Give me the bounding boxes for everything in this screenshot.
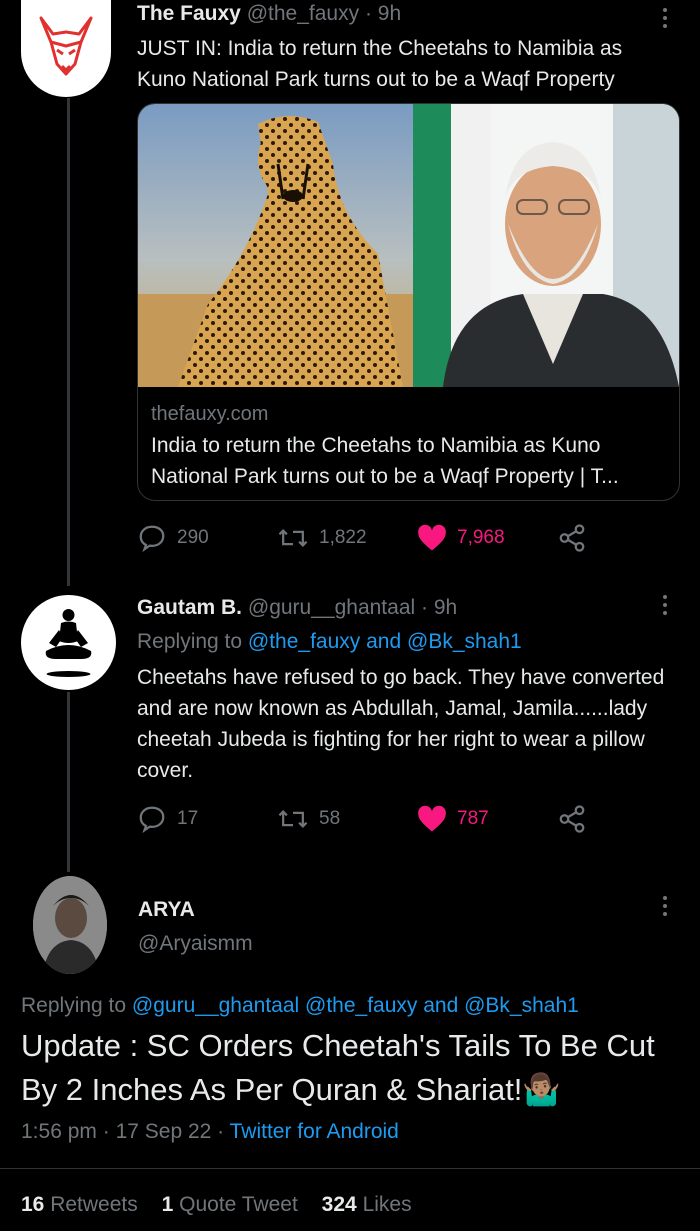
replying-to-label: Replying to: [21, 994, 132, 1017]
reply-count: 17: [177, 808, 199, 829]
handle[interactable]: @guru__ghantaal: [248, 596, 415, 619]
tweet-actions: 17 58 787: [137, 804, 587, 834]
portrait-image: [413, 104, 679, 387]
reply-button[interactable]: 290: [137, 523, 277, 553]
replying-to: Replying to @guru__ghantaal @the_fauxy a…: [21, 994, 579, 1018]
profile-photo: [33, 876, 107, 974]
handle[interactable]: @the_fauxy: [247, 2, 359, 25]
likes-count: 324: [321, 1193, 357, 1216]
heart-icon: [418, 524, 446, 551]
cheetah-image: [138, 104, 413, 387]
tweet-header: The Fauxy @the_fauxy · 9h: [137, 2, 401, 26]
like-count: 7,968: [457, 527, 505, 548]
engagement-stats: 16 Retweets 1 Quote Tweet 324 Likes: [21, 1193, 412, 1217]
tweet-meta: 1:56 pm · 17 Sep 22 · Twitter for Androi…: [21, 1120, 399, 1144]
retweet-button[interactable]: 58: [277, 804, 417, 834]
timestamp[interactable]: · 9h: [421, 596, 457, 619]
thread-line: [67, 692, 70, 872]
link-card[interactable]: thefauxy.com India to return the Cheetah…: [137, 103, 680, 501]
share-icon: [559, 524, 585, 552]
replying-to-handles[interactable]: @guru__ghantaal @the_fauxy and @Bk_shah1: [132, 994, 579, 1017]
retweets-label: Retweets: [50, 1193, 138, 1216]
likes-stat[interactable]: 324 Likes: [322, 1193, 412, 1216]
more-options-icon[interactable]: [655, 8, 675, 28]
tweet-time[interactable]: 1:56 pm: [21, 1120, 97, 1143]
replying-to-handles[interactable]: @the_fauxy and @Bk_shah1: [248, 630, 522, 653]
reply-icon: [139, 525, 165, 553]
like-button[interactable]: 787: [417, 805, 557, 833]
retweets-count: 16: [21, 1193, 45, 1216]
tweet-actions: 290 1,822 7,968: [137, 523, 587, 553]
replying-to: Replying to @the_fauxy and @Bk_shah1: [137, 630, 522, 654]
meta-separator: ·: [217, 1120, 230, 1143]
tweet-text: JUST IN: India to return the Cheetahs to…: [137, 37, 623, 91]
retweets-stat[interactable]: 16 Retweets: [21, 1193, 138, 1216]
likes-label: Likes: [362, 1193, 412, 1216]
meta-separator: ·: [102, 1120, 116, 1143]
reply-button[interactable]: 17: [137, 804, 277, 834]
divider: [0, 1168, 700, 1169]
tweet-text: Cheetahs have refused to go back. They h…: [137, 666, 665, 782]
quotes-label: Quote Tweet: [179, 1193, 298, 1216]
meditation-icon: [45, 609, 92, 677]
replying-to-label: Replying to: [137, 630, 248, 653]
heart-icon: [418, 805, 446, 832]
tweet-source[interactable]: Twitter for Android: [230, 1120, 399, 1143]
avatar-gautam[interactable]: [21, 595, 116, 690]
more-options-icon[interactable]: [655, 896, 675, 916]
fox-logo-icon: [39, 16, 93, 76]
retweet-count: 58: [319, 808, 341, 829]
card-domain: thefauxy.com: [151, 403, 269, 425]
tweet-date[interactable]: 17 Sep 22: [116, 1120, 212, 1143]
more-options-icon[interactable]: [655, 595, 675, 615]
share-icon: [559, 805, 585, 833]
avatar-fauxy[interactable]: [21, 0, 111, 97]
handle[interactable]: @Aryaismm: [138, 932, 253, 956]
display-name[interactable]: Gautam B.: [137, 596, 242, 619]
display-name[interactable]: ARYA: [138, 898, 195, 922]
quotes-count: 1: [161, 1193, 174, 1216]
card-title: India to return the Cheetahs to Namibia …: [151, 434, 619, 488]
share-button[interactable]: [557, 804, 587, 834]
avatar-arya[interactable]: [33, 876, 107, 974]
tweet-header: Gautam B. @guru__ghantaal · 9h: [137, 596, 457, 620]
thread-line: [67, 98, 70, 586]
retweet-count: 1,822: [319, 527, 367, 548]
retweet-icon: [278, 810, 308, 828]
shrug-emoji: 🤷🏽‍♂️: [522, 1072, 562, 1107]
retweet-button[interactable]: 1,822: [277, 523, 417, 553]
card-image: [138, 104, 679, 387]
display-name[interactable]: The Fauxy: [137, 2, 241, 25]
reply-count: 290: [177, 527, 209, 548]
share-button[interactable]: [557, 523, 587, 553]
like-button[interactable]: 7,968: [417, 524, 557, 552]
quote-tweets-stat[interactable]: 1 Quote Tweet: [162, 1193, 298, 1216]
like-count: 787: [457, 808, 489, 829]
timestamp[interactable]: · 9h: [365, 2, 401, 25]
reply-icon: [139, 806, 165, 834]
retweet-icon: [278, 529, 308, 547]
tweet-text: Update : SC Orders Cheetah's Tails To Be…: [21, 1024, 686, 1112]
